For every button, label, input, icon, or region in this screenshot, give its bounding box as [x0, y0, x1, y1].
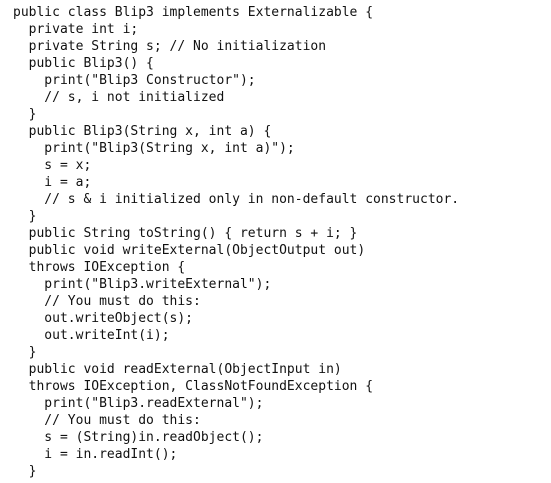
code-line: print("Blip3.readExternal"); [13, 396, 264, 411]
code-line: public Blip3() { [13, 56, 154, 71]
code-line: out.writeInt(i); [13, 328, 170, 343]
code-line: // You must do this: [13, 294, 201, 309]
code-line: } [13, 209, 37, 224]
code-line: public class Blip3 implements Externaliz… [13, 5, 374, 20]
code-line: public String toString() { return s + i;… [13, 226, 358, 241]
code-listing: public class Blip3 implements Externaliz… [13, 4, 543, 480]
code-line: // s & i initialized only in non-default… [13, 192, 460, 207]
code-line: } [13, 464, 37, 479]
code-line: } [13, 107, 37, 122]
code-line: out.writeObject(s); [13, 311, 194, 326]
code-line: print("Blip3(String x, int a)"); [13, 141, 295, 156]
code-line: } [13, 345, 37, 360]
code-line: s = (String)in.readObject(); [13, 430, 264, 445]
code-line: public Blip3(String x, int a) { [13, 124, 272, 139]
code-line: // You must do this: [13, 413, 201, 428]
code-line: print("Blip3 Constructor"); [13, 73, 256, 88]
code-line: private String s; // No initialization [13, 39, 327, 54]
code-line: public void writeExternal(ObjectOutput o… [13, 243, 366, 258]
code-line: i = in.readInt(); [13, 447, 178, 462]
code-line: print("Blip3.writeExternal"); [13, 277, 272, 292]
code-line: throws IOException { [13, 260, 186, 275]
code-line: i = a; [13, 175, 92, 190]
code-line: public void readExternal(ObjectInput in) [13, 362, 342, 377]
code-line: throws IOException, ClassNotFoundExcepti… [13, 379, 374, 394]
code-line: // s, i not initialized [13, 90, 225, 105]
code-line: s = x; [13, 158, 92, 173]
code-line: private int i; [13, 22, 139, 37]
